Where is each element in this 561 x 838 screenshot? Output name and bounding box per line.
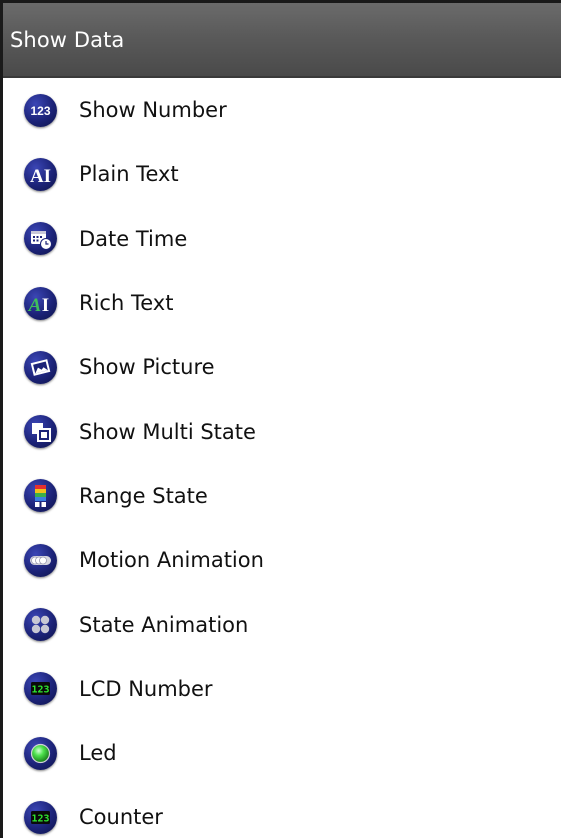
item-label: State Animation (79, 612, 249, 637)
svg-text:123: 123 (31, 813, 49, 824)
list-item-show-picture[interactable]: Show Picture (3, 335, 561, 399)
svg-text:123: 123 (30, 104, 50, 118)
list-item-rich-text[interactable]: A I Rich Text (3, 271, 561, 335)
list-item-state-animation[interactable]: State Animation (3, 592, 561, 656)
svg-text:I: I (42, 295, 49, 316)
motion-animation-icon (24, 543, 57, 577)
rich-text-icon: A I (24, 286, 57, 320)
list-item-date-time[interactable]: Date Time (3, 207, 561, 271)
list-item-show-multi-state[interactable]: Show Multi State (3, 399, 561, 463)
list-item-motion-animation[interactable]: Motion Animation (3, 528, 561, 592)
item-label: Show Multi State (79, 419, 256, 444)
list-item-led[interactable]: Led (3, 721, 561, 785)
list-item-range-state[interactable]: Range State (3, 464, 561, 528)
tool-list: 123 Show Number AI Plain Text Date Time … (3, 78, 561, 838)
state-animation-icon (24, 608, 57, 642)
panel-title: Show Data (10, 27, 125, 52)
picture-icon (24, 350, 57, 384)
svg-text:123: 123 (31, 685, 49, 696)
item-label: Motion Animation (79, 548, 264, 573)
lcd-number-icon: 123 (24, 672, 57, 706)
panel-header[interactable]: Show Data (3, 3, 561, 78)
list-item-counter[interactable]: 123 Counter (3, 785, 561, 838)
svg-text:A: A (28, 295, 42, 316)
multi-state-icon (24, 415, 57, 449)
number-123-icon: 123 (24, 93, 57, 127)
calendar-clock-icon (24, 222, 57, 256)
range-state-icon (24, 479, 57, 513)
item-label: LCD Number (79, 676, 213, 701)
item-label: Counter (79, 805, 163, 830)
item-label: Rich Text (79, 291, 174, 316)
item-label: Date Time (79, 226, 188, 251)
item-label: Plain Text (79, 162, 179, 187)
list-item-plain-text[interactable]: AI Plain Text (3, 142, 561, 206)
list-item-lcd-number[interactable]: 123 LCD Number (3, 657, 561, 721)
item-label: Show Number (79, 98, 227, 123)
counter-icon: 123 (24, 800, 57, 834)
plain-text-icon: AI (24, 157, 57, 191)
svg-text:AI: AI (30, 166, 51, 187)
item-label: Range State (79, 483, 208, 508)
led-icon (24, 736, 57, 770)
item-label: Show Picture (79, 355, 215, 380)
list-item-show-number[interactable]: 123 Show Number (3, 78, 561, 142)
show-data-panel: Show Data 123 Show Number AI Plain Text (0, 0, 561, 838)
item-label: Led (79, 741, 117, 766)
